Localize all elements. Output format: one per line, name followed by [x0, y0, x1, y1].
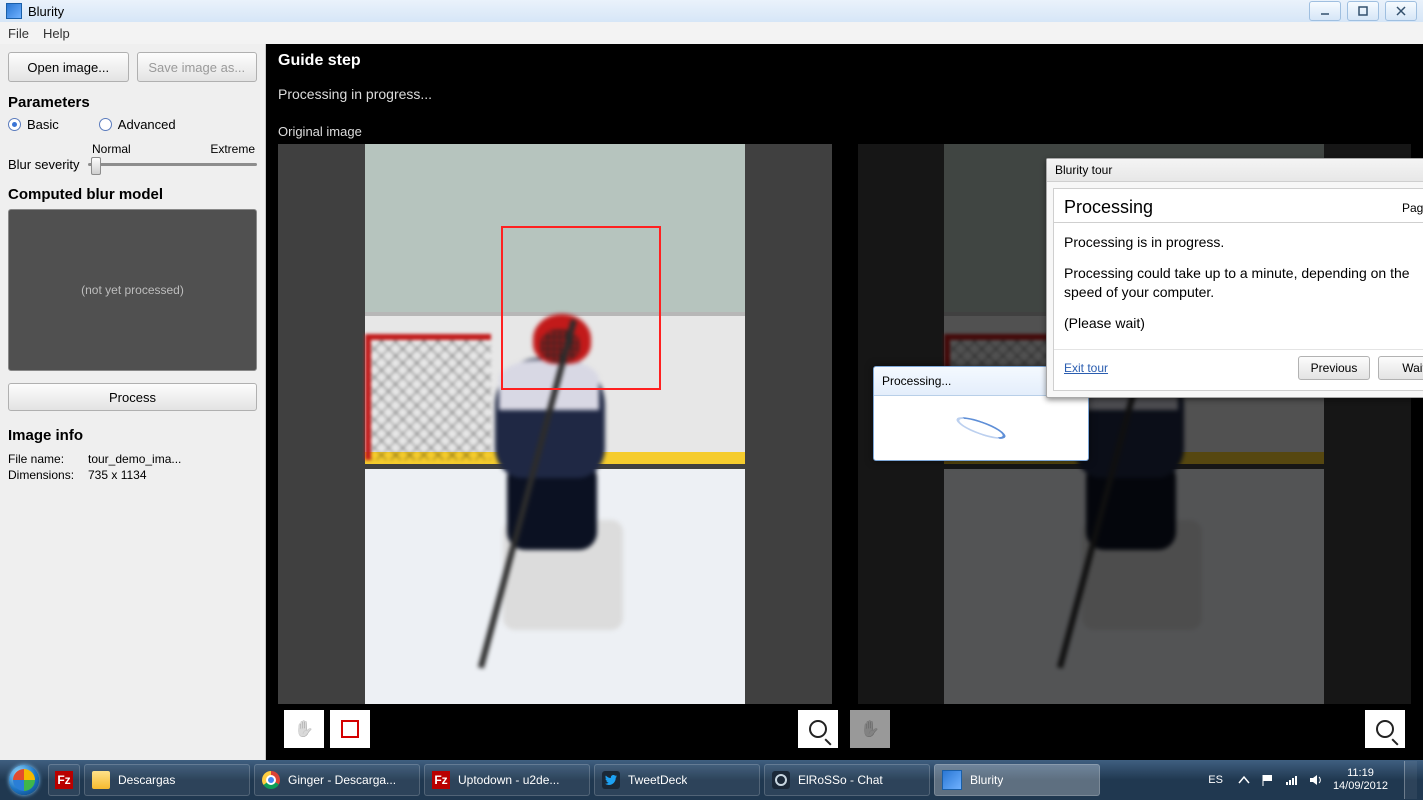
hand-icon [294, 719, 314, 739]
computed-model-heading: Computed blur model [8, 186, 257, 203]
tour-page-indicator: Page 6/8 [1402, 201, 1423, 215]
parameters-heading: Parameters [8, 94, 257, 111]
selection-rectangle[interactable] [501, 226, 661, 390]
tour-heading: Processing [1064, 197, 1153, 218]
original-image-label: Original image [278, 124, 362, 139]
open-image-button[interactable]: Open image... [8, 52, 129, 82]
show-desktop-button[interactable] [1404, 761, 1417, 799]
slider-label: Blur severity [8, 157, 80, 172]
taskbar-item[interactable]: Descargas [84, 764, 250, 796]
process-button[interactable]: Process [8, 383, 257, 411]
blur-severity-slider[interactable] [88, 156, 257, 172]
tour-frame-title: Blurity tour [1047, 159, 1423, 182]
pan-result-button[interactable] [850, 710, 890, 748]
tour-wait-button[interactable]: Wait [1378, 356, 1423, 380]
menu-help[interactable]: Help [43, 26, 70, 41]
spinner-icon [954, 413, 1007, 443]
input-language-indicator[interactable]: ES [1204, 772, 1227, 788]
mode-advanced-radio[interactable]: Advanced [99, 117, 176, 132]
magnifier-icon [809, 720, 827, 738]
taskbar-item[interactable]: TweetDeck [594, 764, 760, 796]
window-titlebar: Blurity [0, 0, 1423, 23]
guide-step-subtext: Processing in progress... [278, 86, 432, 102]
selection-icon [341, 720, 359, 738]
select-tool-button[interactable] [330, 710, 370, 748]
mode-advanced-label: Advanced [118, 117, 176, 132]
window-title: Blurity [28, 4, 64, 19]
menubar: File Help [0, 22, 1423, 45]
magnifier-icon [1376, 720, 1394, 738]
original-image-pane[interactable] [278, 144, 832, 704]
window-minimize-button[interactable] [1309, 1, 1341, 21]
filename-key: File name: [8, 452, 88, 466]
taskbar: Fz Descargas Ginger - Descarga... FzUpto… [0, 760, 1423, 800]
tour-paragraph: Processing could take up to a minute, de… [1064, 264, 1423, 302]
hand-icon [860, 719, 880, 739]
mode-basic-radio[interactable]: Basic [8, 117, 59, 132]
tour-popup: Blurity tour Processing Page 6/8 Process… [1046, 158, 1423, 398]
guide-step-heading: Guide step [278, 52, 361, 70]
tour-paragraph: Processing is in progress. [1064, 233, 1423, 252]
sidebar: Open image... Save image as... Parameter… [0, 44, 266, 760]
chrome-icon [262, 771, 280, 789]
taskbar-item-active[interactable]: Blurity [934, 764, 1100, 796]
volume-icon[interactable] [1309, 773, 1323, 787]
wifi-icon[interactable] [1285, 773, 1299, 787]
system-tray: ES 11:19 14/09/2012 [1204, 761, 1423, 799]
stage: Guide step Processing in progress... Ori… [266, 44, 1423, 760]
steam-icon [772, 771, 790, 789]
window-maximize-button[interactable] [1347, 1, 1379, 21]
slider-high-label: Extreme [210, 142, 255, 156]
computed-model-box: (not yet processed) [8, 209, 257, 371]
filezilla-icon: Fz [432, 771, 450, 789]
clock[interactable]: 11:19 14/09/2012 [1333, 767, 1388, 792]
slider-low-label: Normal [92, 142, 131, 156]
menu-file[interactable]: File [8, 26, 29, 41]
zoom-original-button[interactable] [798, 710, 838, 748]
filename-value: tour_demo_ima... [88, 452, 181, 466]
exit-tour-link[interactable]: Exit tour [1064, 361, 1108, 375]
blurity-icon [942, 770, 962, 790]
zoom-result-button[interactable] [1365, 710, 1405, 748]
app-icon [6, 3, 22, 19]
filezilla-icon: Fz [55, 771, 73, 789]
chevron-up-icon[interactable] [1237, 773, 1251, 787]
windows-logo-icon [9, 765, 39, 795]
tour-paragraph: (Please wait) [1064, 314, 1423, 333]
image-info-heading: Image info [8, 427, 257, 444]
taskbar-item[interactable]: FzUptodown - u2de... [424, 764, 590, 796]
folder-icon [92, 771, 110, 789]
window-close-button[interactable] [1385, 1, 1417, 21]
taskbar-pinned-filezilla[interactable]: Fz [48, 764, 80, 796]
tour-previous-button[interactable]: Previous [1298, 356, 1370, 380]
mode-basic-label: Basic [27, 117, 59, 132]
taskbar-item[interactable]: Ginger - Descarga... [254, 764, 420, 796]
taskbar-item[interactable]: ElRoSSo - Chat [764, 764, 930, 796]
tweetdeck-icon [602, 771, 620, 789]
dimensions-key: Dimensions: [8, 468, 88, 482]
save-image-button[interactable]: Save image as... [137, 52, 258, 82]
start-button[interactable] [0, 760, 48, 800]
pan-tool-button[interactable] [284, 710, 324, 748]
dimensions-value: 735 x 1134 [88, 468, 147, 482]
flag-icon[interactable] [1261, 773, 1275, 787]
